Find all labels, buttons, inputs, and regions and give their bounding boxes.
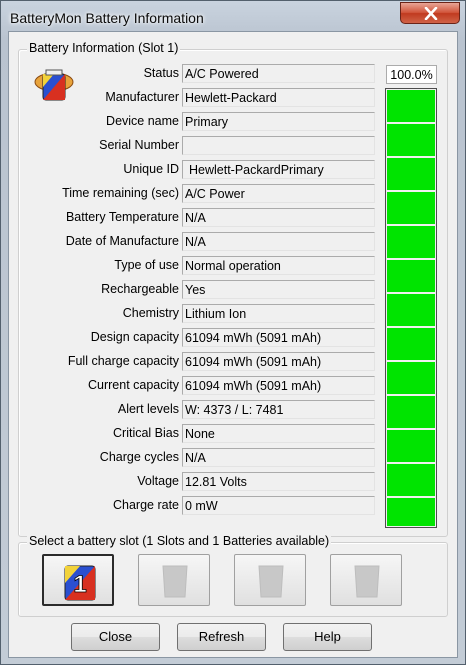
info-row: Critical Bias None [19, 422, 379, 446]
charge-level-fill [387, 90, 435, 526]
info-row: Date of Manufacture N/A [19, 230, 379, 254]
info-label: Battery Temperature [65, 210, 179, 224]
close-icon [424, 7, 438, 20]
help-button[interactable]: Help [283, 623, 372, 651]
battery-slot-1-button[interactable]: 1 [42, 554, 114, 606]
battery-info-window: BatteryMon Battery Information Battery I… [0, 0, 466, 665]
info-row: Unique ID Hewlett-PackardPrimary [19, 158, 379, 182]
info-label: Device name [106, 114, 179, 128]
battery-slot-2-button[interactable] [138, 554, 210, 606]
info-row: Status A/C Powered [19, 62, 379, 86]
info-row: Battery Temperature N/A [19, 206, 379, 230]
info-value-field: 0 mW [182, 496, 375, 515]
info-value-field: A/C Power [182, 184, 375, 203]
info-row: Rechargeable Yes [19, 278, 379, 302]
battery-slot-group: Select a battery slot (1 Slots and 1 Bat… [18, 534, 448, 617]
info-row: Type of use Normal operation [19, 254, 379, 278]
group-title: Select a battery slot (1 Slots and 1 Bat… [27, 534, 332, 548]
info-value-field: A/C Powered [182, 64, 375, 83]
charge-percent: 100.0% [386, 65, 437, 84]
info-label: Serial Number [99, 138, 179, 152]
info-label: Chemistry [122, 306, 179, 320]
info-value-field: 12.81 Volts [182, 472, 375, 491]
battery-slot-4-button[interactable] [330, 554, 402, 606]
battery-information-group: Battery Information (Slot 1) Status A/C P… [18, 41, 448, 537]
info-value-field [182, 136, 375, 155]
info-label: Voltage [137, 474, 179, 488]
info-value-field: Hewlett-PackardPrimary [182, 160, 375, 179]
info-row: Full charge capacity 61094 mWh (5091 mAh) [19, 350, 379, 374]
info-label: Alert levels [117, 402, 179, 416]
info-label: Rechargeable [101, 282, 179, 296]
info-label: Charge cycles [99, 450, 179, 464]
info-label: Current capacity [87, 378, 179, 392]
info-value-field: N/A [182, 232, 375, 251]
info-row: Current capacity 61094 mWh (5091 mAh) [19, 374, 379, 398]
info-row: Voltage 12.81 Volts [19, 470, 379, 494]
refresh-button[interactable]: Refresh [177, 623, 266, 651]
info-row: Alert levels W: 4373 / L: 7481 [19, 398, 379, 422]
info-value-field: Normal operation [182, 256, 375, 275]
info-label: Critical Bias [113, 426, 179, 440]
client-area: Battery Information (Slot 1) Status A/C P… [8, 31, 458, 658]
info-row: Serial Number [19, 134, 379, 158]
empty-slot-icon [354, 565, 380, 598]
info-label: Manufacturer [105, 90, 179, 104]
info-label: Unique ID [123, 162, 179, 176]
info-label: Type of use [114, 258, 179, 272]
info-row: Manufacturer Hewlett-Packard [19, 86, 379, 110]
empty-slot-icon [258, 565, 284, 598]
info-row: Device name Primary [19, 110, 379, 134]
group-title: Battery Information (Slot 1) [27, 41, 181, 55]
empty-slot-icon [162, 565, 188, 598]
close-button[interactable]: Close [71, 623, 160, 651]
info-value-field: N/A [182, 448, 375, 467]
battery-slot-1-icon: 1 [64, 565, 96, 601]
info-value-field: Lithium Ion [182, 304, 375, 323]
info-label: Full charge capacity [67, 354, 179, 368]
info-label: Time remaining (sec) [62, 186, 179, 200]
window-close-button[interactable] [400, 2, 460, 24]
info-row: Chemistry Lithium Ion [19, 302, 379, 326]
info-value-field: N/A [182, 208, 375, 227]
info-value-field: Hewlett-Packard [182, 88, 375, 107]
info-value-field: 61094 mWh (5091 mAh) [182, 352, 375, 371]
slot-number: 1 [73, 571, 86, 598]
info-value-field: 61094 mWh (5091 mAh) [182, 328, 375, 347]
info-row: Design capacity 61094 mWh (5091 mAh) [19, 326, 379, 350]
info-value-field: 61094 mWh (5091 mAh) [182, 376, 375, 395]
info-row: Time remaining (sec) A/C Power [19, 182, 379, 206]
title-bar[interactable]: BatteryMon Battery Information [1, 1, 465, 35]
info-label: Date of Manufacture [65, 234, 179, 248]
battery-slot-3-button[interactable] [234, 554, 306, 606]
info-row: Charge cycles N/A [19, 446, 379, 470]
info-label: Design capacity [90, 330, 179, 344]
info-label: Charge rate [112, 498, 179, 512]
window-title: BatteryMon Battery Information [10, 10, 204, 26]
info-value-field: None [182, 424, 375, 443]
info-value-field: Primary [182, 112, 375, 131]
charge-level-bar [385, 88, 437, 528]
info-row: Charge rate 0 mW [19, 494, 379, 518]
info-value-field: W: 4373 / L: 7481 [182, 400, 375, 419]
info-value-field: Yes [182, 280, 375, 299]
info-label: Status [143, 66, 179, 80]
